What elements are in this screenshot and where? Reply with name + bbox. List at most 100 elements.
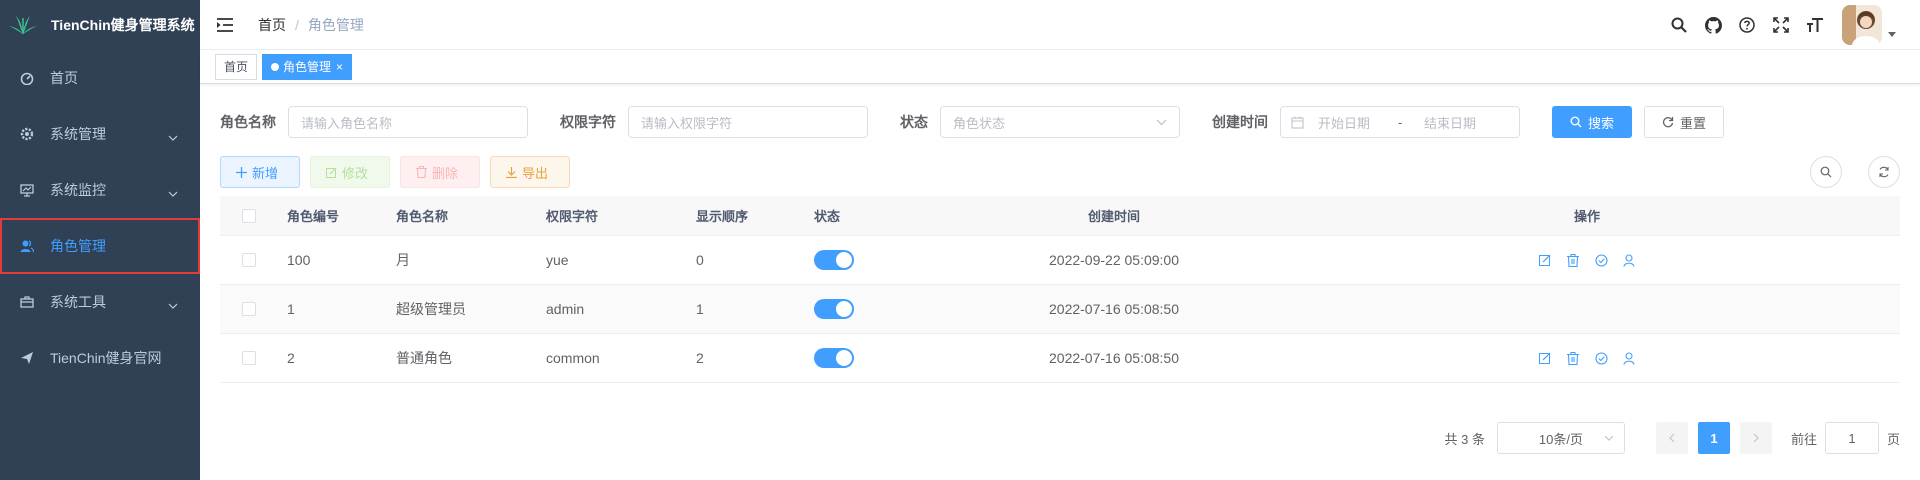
gear-icon <box>20 127 34 141</box>
avatar[interactable] <box>1842 5 1882 45</box>
tag-label: 首页 <box>224 59 249 74</box>
status-cell <box>814 348 954 368</box>
created-time-cell: 2022-07-16 05:08:50 <box>1049 350 1179 366</box>
sidebar-item-label: TienChin健身官网 <box>50 350 162 366</box>
status-cell <box>814 299 954 319</box>
role-id-cell: 2 <box>287 350 295 366</box>
chevron-down-icon <box>1156 119 1167 125</box>
github-icon[interactable] <box>1696 0 1730 50</box>
role-sort-cell: 0 <box>696 252 704 268</box>
user-icon[interactable] <box>1615 348 1643 368</box>
tag-home[interactable]: 首页 <box>215 53 258 80</box>
pagination: 共 3 条 10条/页 1 前往 1 页 <box>1445 422 1900 454</box>
start-date-placeholder: 开始日期 <box>1318 115 1371 131</box>
role-name-input[interactable]: 请输入角色名称 <box>288 106 528 138</box>
search-icon[interactable] <box>1662 0 1696 50</box>
navbar: 首页 / 角色管理 <box>200 0 1920 50</box>
role-id-cell: 100 <box>287 252 311 268</box>
role-key-cell: common <box>546 350 600 366</box>
page-number-button[interactable]: 1 <box>1697 422 1730 454</box>
export-button[interactable]: 导出 <box>490 156 570 188</box>
chevron-down-icon <box>168 184 178 200</box>
role-table: 角色编号 角色名称 权限字符 显示顺序 状态 创建时间 操作 100 月 yue… <box>220 196 1900 383</box>
trash-icon <box>416 166 427 178</box>
sidebar-item-role[interactable]: 角色管理 <box>0 218 200 274</box>
add-button[interactable]: 新增 <box>220 156 300 188</box>
row-select-cell <box>220 351 276 365</box>
search-button[interactable]: 搜索 <box>1552 106 1632 138</box>
help-icon[interactable] <box>1730 0 1764 50</box>
status-select[interactable]: 角色状态 <box>940 106 1180 138</box>
trash-icon[interactable] <box>1559 250 1587 270</box>
check-circle-icon[interactable] <box>1587 250 1615 270</box>
status-switch[interactable] <box>814 348 854 368</box>
active-dot-icon <box>271 62 280 71</box>
row-checkbox[interactable] <box>242 351 256 365</box>
row-checkbox[interactable] <box>242 253 256 267</box>
app-logo[interactable]: TienChin健身管理系统 <box>0 0 200 50</box>
status-placeholder: 角色状态 <box>953 115 1006 131</box>
page-size-value: 10条/页 <box>1538 431 1583 447</box>
caret-down-icon[interactable] <box>1888 24 1896 40</box>
prev-page-button[interactable] <box>1655 422 1688 454</box>
sidebar-item-label: 角色管理 <box>50 238 106 254</box>
column-header: 权限字符 <box>546 209 599 224</box>
sidebar-item-label: 系统工具 <box>50 294 106 310</box>
search-button-label: 搜索 <box>1587 115 1614 131</box>
column-header: 角色编号 <box>287 209 340 224</box>
hamburger-icon[interactable] <box>200 0 250 50</box>
role-sort-cell: 2 <box>696 350 704 366</box>
tag-label: 角色管理 <box>283 59 332 74</box>
date-range-picker[interactable]: 开始日期 - 结束日期 <box>1280 106 1520 138</box>
font-size-icon[interactable] <box>1798 0 1832 50</box>
refresh-table-button[interactable] <box>1868 156 1900 188</box>
sidebar-item-system[interactable]: 系统管理 <box>0 106 200 162</box>
delete-button[interactable]: 删除 <box>400 156 480 188</box>
edit-button-label: 修改 <box>342 165 369 181</box>
logo-icon <box>9 16 37 34</box>
page-size-select[interactable]: 10条/页 <box>1496 422 1625 454</box>
check-circle-icon[interactable] <box>1587 348 1615 368</box>
row-checkbox[interactable] <box>242 302 256 316</box>
sidebar-item-label: 首页 <box>50 70 78 86</box>
sidebar-item-label: 系统监控 <box>50 182 106 198</box>
sidebar-item-tools[interactable]: 系统工具 <box>0 274 200 330</box>
operations-cell <box>1274 250 1900 270</box>
next-page-button[interactable] <box>1739 422 1772 454</box>
role-name-cell: 月 <box>396 252 410 268</box>
status-switch[interactable] <box>814 299 854 319</box>
search-icon <box>1820 166 1832 178</box>
goto-page-input[interactable]: 1 <box>1824 422 1879 454</box>
toggle-search-button[interactable] <box>1810 156 1842 188</box>
edit-icon[interactable] <box>1531 348 1559 368</box>
edit-icon[interactable] <box>1531 250 1559 270</box>
sidebar-item-website[interactable]: TienChin健身官网 <box>0 330 200 386</box>
trash-icon[interactable] <box>1559 348 1587 368</box>
breadcrumb-home[interactable]: 首页 <box>258 15 286 35</box>
toolbar: 新增 修改 删除 导出 <box>220 156 1900 188</box>
sidebar-item-home[interactable]: 首页 <box>0 50 200 106</box>
sidebar-item-monitor[interactable]: 系统监控 <box>0 162 200 218</box>
select-all-cell <box>220 208 276 223</box>
table-row: 2 普通角色 common 2 2022-07-16 05:08:50 <box>220 334 1900 383</box>
status-switch[interactable] <box>814 250 854 270</box>
role-key-input[interactable]: 请输入权限字符 <box>628 106 868 138</box>
edit-button[interactable]: 修改 <box>310 156 390 188</box>
user-icon[interactable] <box>1615 250 1643 270</box>
tag-role[interactable]: 角色管理 × <box>262 53 353 80</box>
close-icon[interactable]: × <box>336 55 343 79</box>
column-header: 操作 <box>1573 209 1600 224</box>
navbar-right <box>1662 0 1920 50</box>
select-all-checkbox[interactable] <box>242 208 256 223</box>
plus-icon <box>236 166 247 178</box>
column-header: 状态 <box>814 209 841 224</box>
fullscreen-icon[interactable] <box>1764 0 1798 50</box>
role-page: 角色名称 请输入角色名称 权限字符 请输入权限字符 状态 角色状态 创建时间 开… <box>200 84 1920 480</box>
row-select-cell <box>220 253 276 267</box>
reset-button[interactable]: 重置 <box>1644 106 1724 138</box>
role-key-cell: admin <box>546 301 585 317</box>
chevron-down-icon <box>1604 435 1614 441</box>
refresh-icon <box>1879 166 1889 178</box>
search-icon <box>1570 116 1582 128</box>
breadcrumb-separator: / <box>295 16 299 33</box>
